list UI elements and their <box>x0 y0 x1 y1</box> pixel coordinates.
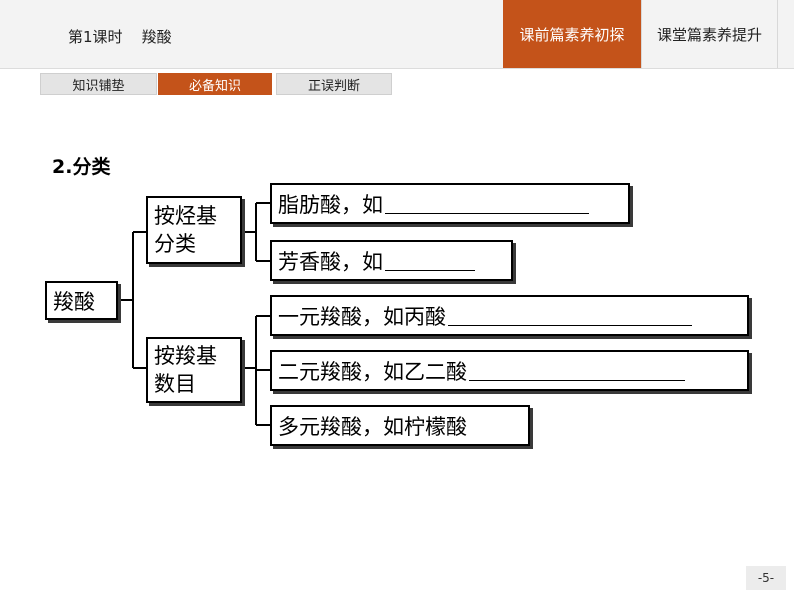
root-node-carboxylic-acid: 羧酸 <box>45 281 118 320</box>
answer-blank[interactable] <box>448 305 692 326</box>
leaf-aromatic-acid-text: 芳香酸，如 <box>278 249 383 274</box>
page-number: -5- <box>746 566 786 590</box>
leaf-monocarboxylic-acid: 一元羧酸，如丙酸 <box>270 295 749 336</box>
answer-blank[interactable] <box>385 193 589 214</box>
leaf-fatty-acid-text: 脂肪酸，如 <box>278 192 383 217</box>
leaf-fatty-acid: 脂肪酸，如 <box>270 183 630 224</box>
leaf-mono-text: 一元羧酸，如丙酸 <box>278 304 446 329</box>
group1-label-line2: 分类 <box>154 232 196 256</box>
leaf-di-text: 二元羧酸，如乙二酸 <box>278 359 467 384</box>
leaf-polycarboxylic-acid: 多元羧酸，如柠檬酸 <box>270 405 530 446</box>
group2-label-line1: 按羧基 <box>154 344 217 368</box>
group-node-by-hydrocarbon: 按烃基 分类 <box>146 196 242 264</box>
group1-label-line1: 按烃基 <box>154 204 217 228</box>
answer-blank[interactable] <box>469 360 685 381</box>
root-label: 羧酸 <box>53 289 95 314</box>
leaf-aromatic-acid: 芳香酸，如 <box>270 240 513 281</box>
leaf-poly-text: 多元羧酸，如柠檬酸 <box>278 414 467 439</box>
group-node-by-carboxyl-count: 按羧基 数目 <box>146 337 242 403</box>
answer-blank[interactable] <box>385 250 475 271</box>
leaf-dicarboxylic-acid: 二元羧酸，如乙二酸 <box>270 350 749 391</box>
group2-label-line2: 数目 <box>154 372 196 396</box>
